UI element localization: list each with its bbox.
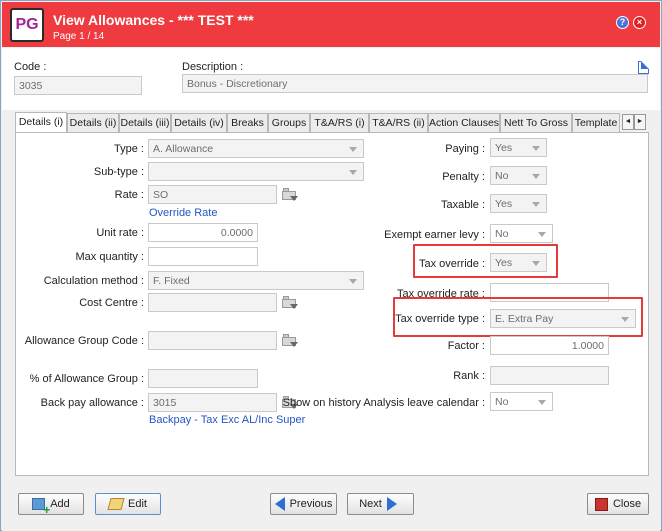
page-indicator: Page 1 / 14: [53, 31, 105, 42]
add-button-label: Add: [50, 498, 70, 510]
factor-field[interactable]: 1.0000: [490, 336, 609, 355]
description-field[interactable]: Bonus - Discretionary: [182, 74, 648, 93]
subtype-label: Sub-type :: [93, 166, 144, 178]
back-pay-allowance-field[interactable]: 3015: [148, 393, 277, 412]
tab-details-iii[interactable]: Details (iii): [119, 113, 171, 133]
max-quantity-label: Max quantity :: [75, 251, 144, 263]
taxable-select[interactable]: Yes: [490, 194, 547, 213]
tab-ta-rs-ii[interactable]: T&A/RS (ii): [369, 113, 428, 133]
tab-scroll-left-icon[interactable]: ◄: [622, 114, 634, 130]
window-title: View Allowances - *** TEST ***: [53, 12, 254, 28]
tab-scroll-right-icon[interactable]: ►: [634, 114, 646, 130]
tab-breaks[interactable]: Breaks: [227, 113, 268, 133]
tab-template[interactable]: Template: [572, 113, 620, 133]
rank-field[interactable]: [490, 366, 609, 385]
type-label: Type :: [114, 143, 144, 155]
show-on-history-label: Show on history Analysis leave calendar …: [282, 397, 485, 409]
tab-details-iv[interactable]: Details (iv): [171, 113, 227, 133]
tab-details-ii[interactable]: Details (ii): [67, 113, 119, 133]
rate-label: Rate :: [114, 189, 144, 201]
penalty-label: Penalty :: [442, 171, 485, 183]
previous-button[interactable]: Previous: [270, 493, 337, 515]
cost-centre-folder-icon[interactable]: [282, 296, 298, 309]
code-field[interactable]: 3035: [14, 76, 142, 95]
type-select[interactable]: A. Allowance: [148, 139, 364, 158]
window: PG View Allowances - *** TEST *** Page 1…: [0, 0, 662, 531]
allowance-group-code-field[interactable]: [148, 331, 277, 350]
close-button[interactable]: Close: [587, 493, 649, 515]
document-icon[interactable]: [638, 61, 649, 74]
tab-nett-to-gross[interactable]: Nett To Gross: [500, 113, 572, 133]
app-logo: PG: [10, 8, 44, 42]
allowance-group-code-label: Allowance Group Code :: [24, 335, 144, 347]
next-arrow-icon: [386, 497, 397, 512]
back-pay-link[interactable]: Backpay - Tax Exc AL/Inc Super: [149, 414, 305, 426]
penalty-select[interactable]: No: [490, 166, 547, 185]
edit-button[interactable]: Edit: [95, 493, 161, 515]
unit-rate-label: Unit rate :: [96, 227, 144, 239]
factor-label: Factor :: [447, 340, 485, 352]
help-icon[interactable]: ?: [616, 16, 629, 29]
exempt-earner-levy-label: Exempt earner levy :: [384, 229, 485, 241]
tab-action-clauses[interactable]: Action Clauses: [428, 113, 500, 133]
add-icon: [32, 498, 50, 515]
calculation-method-label: Calculation method :: [43, 275, 144, 287]
rate-field[interactable]: SO: [148, 185, 277, 204]
add-button[interactable]: Add: [18, 493, 84, 515]
previous-arrow-icon: [274, 497, 285, 512]
rate-lookup-folder-icon[interactable]: [282, 188, 298, 201]
tab-ta-rs-i[interactable]: T&A/RS (i): [310, 113, 369, 133]
next-button[interactable]: Next: [347, 493, 414, 515]
pct-allowance-group-label: % of Allowance Group :: [29, 373, 144, 385]
edit-icon: [107, 498, 125, 511]
paying-label: Paying :: [445, 143, 485, 155]
back-pay-allowance-label: Back pay allowance :: [40, 397, 144, 409]
description-label: Description :: [182, 61, 244, 73]
paying-select[interactable]: Yes: [490, 138, 547, 157]
subtype-select[interactable]: [148, 162, 364, 181]
calculation-method-select[interactable]: F. Fixed: [148, 271, 364, 290]
unit-rate-field[interactable]: 0.0000: [148, 223, 258, 242]
code-label: Code :: [14, 61, 47, 73]
close-window-icon[interactable]: ×: [633, 16, 646, 29]
allowance-group-folder-icon[interactable]: [282, 334, 298, 347]
tax-override-type-select[interactable]: E. Extra Pay: [490, 309, 636, 328]
tab-groups[interactable]: Groups: [268, 113, 310, 133]
max-quantity-field[interactable]: [148, 247, 258, 266]
tax-override-select[interactable]: Yes: [490, 253, 547, 272]
override-rate-link[interactable]: Override Rate: [149, 207, 217, 219]
cost-centre-label: Cost Centre :: [79, 297, 144, 309]
button-bar: Add Edit Previous Next Close: [2, 479, 660, 531]
title-bar: PG View Allowances - *** TEST *** Page 1…: [2, 2, 660, 47]
edit-button-label: Edit: [128, 498, 147, 510]
previous-button-label: Previous: [289, 498, 333, 510]
show-on-history-select[interactable]: No: [490, 392, 553, 411]
close-icon: [594, 497, 608, 511]
rank-label: Rank :: [453, 370, 485, 382]
tax-override-type-label: Tax override type :: [395, 313, 485, 325]
tab-details-i[interactable]: Details (i): [15, 112, 67, 133]
exempt-earner-levy-select[interactable]: No: [490, 224, 553, 243]
cost-centre-field[interactable]: [148, 293, 277, 312]
pct-allowance-group-field[interactable]: [148, 369, 258, 388]
next-button-label: Next: [359, 498, 382, 510]
tax-override-label: Tax override :: [418, 258, 485, 270]
taxable-label: Taxable :: [440, 199, 485, 211]
close-button-label: Close: [612, 498, 642, 510]
